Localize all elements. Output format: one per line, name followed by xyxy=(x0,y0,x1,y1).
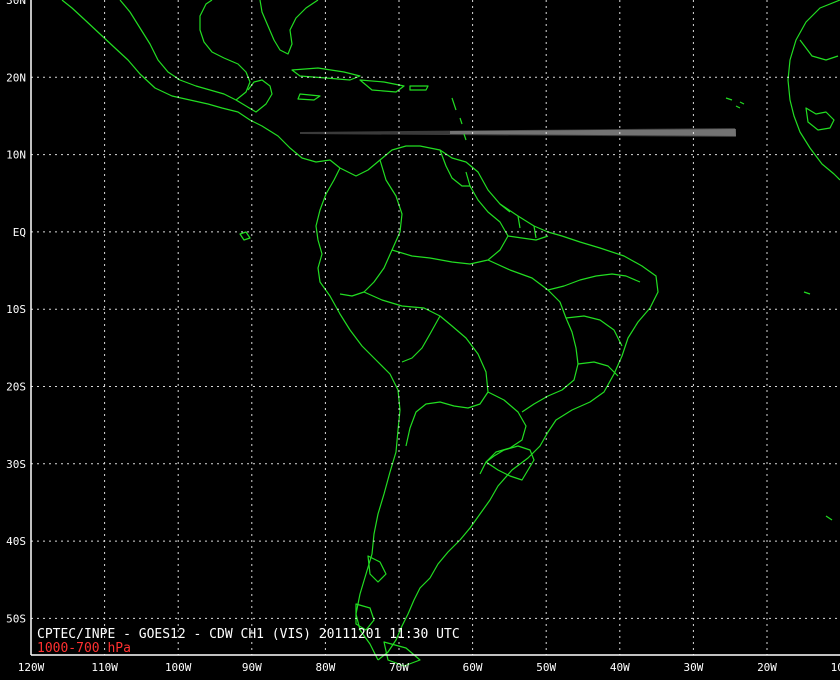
latitude-label: 10S xyxy=(6,303,26,316)
longitude-label: 20W xyxy=(757,661,777,674)
longitude-label: 70W xyxy=(389,661,409,674)
longitude-label: 10W xyxy=(831,661,840,674)
latitude-label: EQ xyxy=(13,226,26,239)
satellite-map: 30N 20N 10N EQ 10S 20S 30S 40S 50S 120W 110W 100W 9… xyxy=(0,0,840,680)
longitude-label: 90W xyxy=(242,661,262,674)
longitude-label: 50W xyxy=(536,661,556,674)
longitude-label: 80W xyxy=(315,661,335,674)
latitude-label: 20S xyxy=(6,381,26,394)
latitude-label: 20N xyxy=(6,71,26,84)
longitude-label: 30W xyxy=(683,661,703,674)
image-caption: CPTEC/INPE - GOES12 - CDW CH1 (VIS) 2011… xyxy=(37,627,460,642)
pressure-level-caption: 1000-700 hPa xyxy=(37,641,131,656)
longitude-label: 110W xyxy=(91,661,118,674)
longitude-label: 60W xyxy=(463,661,483,674)
latitude-label: 50S xyxy=(6,612,26,625)
latitude-label: 10N xyxy=(6,149,26,162)
longitude-label: 100W xyxy=(165,661,192,674)
map-background xyxy=(0,0,840,680)
longitude-label: 40W xyxy=(610,661,630,674)
longitude-label: 120W xyxy=(18,661,45,674)
latitude-label: 30N xyxy=(6,0,26,7)
latitude-label: 40S xyxy=(6,535,26,548)
latitude-label: 30S xyxy=(6,458,26,471)
